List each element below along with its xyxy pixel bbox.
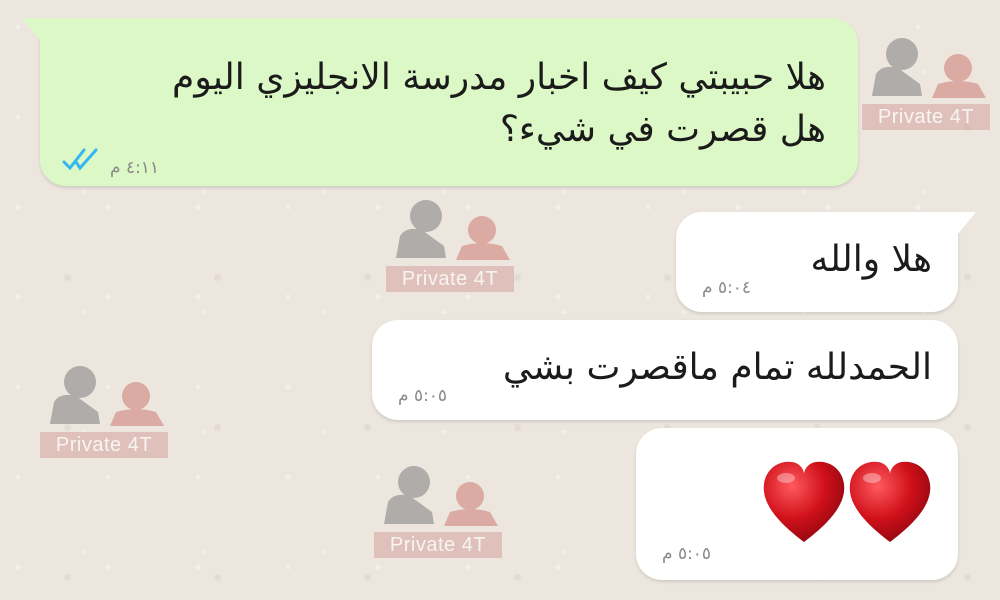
outgoing-message-bubble[interactable]: هلا حبيبتي كيف اخبار مدرسة الانجليزي الي… bbox=[22, 18, 858, 186]
watermark-text: Private 4T bbox=[40, 432, 168, 458]
incoming-message-bubble[interactable]: الحمدلله تمام ماقصرت بشي ٥:٠٥ م bbox=[372, 320, 958, 420]
emoji-row bbox=[762, 458, 932, 552]
watermark-logo: Private 4T bbox=[386, 196, 514, 300]
teacher-student-icon bbox=[50, 366, 164, 426]
watermark-logo: Private 4T bbox=[40, 362, 168, 466]
teacher-student-icon bbox=[384, 466, 498, 526]
red-heart-icon bbox=[849, 461, 931, 542]
teacher-student-icon bbox=[872, 38, 986, 98]
message-text: الحمدلله تمام ماقصرت بشي bbox=[502, 347, 932, 388]
teacher-student-icon bbox=[396, 200, 510, 260]
watermark-text: Private 4T bbox=[386, 266, 514, 292]
message-time: ٥:٠٥ م bbox=[398, 386, 448, 406]
incoming-message-bubble[interactable]: هلا والله ٥:٠٤ م bbox=[676, 212, 976, 312]
double-check-icon bbox=[62, 146, 100, 176]
message-text: هلا والله bbox=[810, 239, 932, 280]
message-time: ٥:٠٤ م bbox=[702, 278, 752, 298]
watermark-text: Private 4T bbox=[374, 532, 502, 558]
watermark-logo: Private 4T bbox=[862, 34, 990, 138]
message-line: هلا حبيبتي كيف اخبار مدرسة الانجليزي الي… bbox=[172, 57, 826, 98]
watermark-text: Private 4T bbox=[862, 104, 990, 130]
message-time: ٥:٠٥ م bbox=[662, 544, 712, 564]
message-time: ٤:١١ م bbox=[110, 158, 160, 178]
red-heart-icon bbox=[763, 461, 845, 542]
incoming-message-bubble[interactable]: ٥:٠٥ م bbox=[636, 428, 958, 580]
watermark-logo: Private 4T bbox=[374, 462, 502, 566]
message-line: هل قصرت في شيء؟ bbox=[499, 109, 826, 150]
message-text: هلا حبيبتي كيف اخبار مدرسة الانجليزي الي… bbox=[172, 52, 826, 156]
